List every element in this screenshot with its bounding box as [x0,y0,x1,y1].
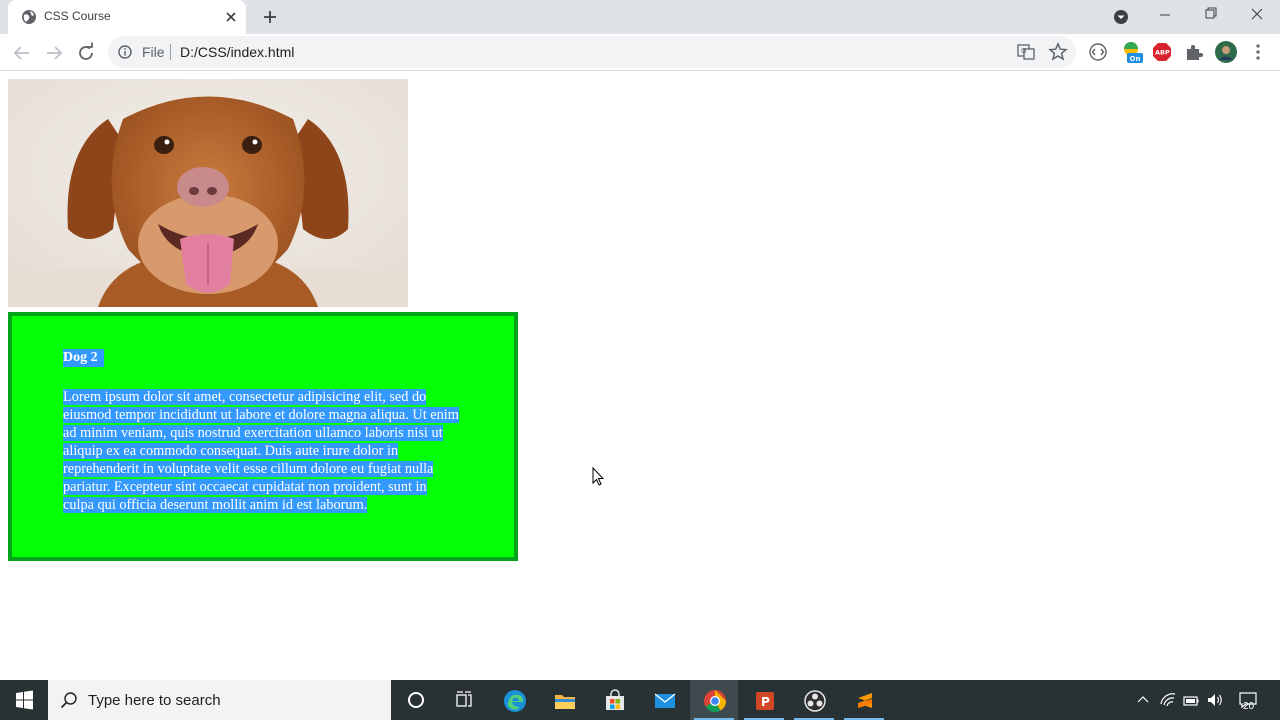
translate-icon[interactable]: G [1014,40,1038,64]
windows-start-icon[interactable] [0,680,48,720]
svg-text:ABP: ABP [1155,49,1170,57]
extension-code-icon[interactable] [1086,40,1110,64]
back-icon[interactable] [10,41,34,65]
restore-icon[interactable] [1188,0,1234,32]
taskbar: Type here to search P 20 [0,680,1280,720]
svg-text:On: On [1130,55,1141,63]
network-icon[interactable] [1158,690,1178,710]
mail-button[interactable] [640,680,688,720]
card-title: Dog 2 [63,349,104,367]
minimize-icon[interactable] [1142,0,1188,32]
mouse-cursor-icon [592,467,605,486]
battery-icon[interactable] [1181,690,1201,710]
browser-toolbar: File D:/CSS/index.html G On ABP [0,34,1280,71]
forward-icon[interactable] [42,41,66,65]
close-window-icon[interactable] [1234,0,1280,32]
powerpoint-button[interactable]: P [740,680,788,720]
info-icon[interactable] [118,45,132,59]
sublime-text-button[interactable] [840,680,888,720]
globe-icon [22,10,36,24]
search-placeholder: Type here to search [88,692,221,709]
new-tab-icon[interactable] [259,6,281,28]
url-text[interactable]: D:/CSS/index.html [180,44,294,60]
tab-search-icon[interactable] [1111,7,1131,27]
store-button[interactable] [590,680,638,720]
tab-strip: CSS Course [0,0,1280,34]
more-menu-icon[interactable] [1246,40,1270,64]
powerpoint-icon: P [756,692,774,710]
chrome-button[interactable] [690,680,738,720]
mail-icon [654,693,676,708]
edge-button[interactable] [490,680,538,720]
obs-button[interactable] [790,680,838,720]
bookmark-star-icon[interactable] [1046,40,1070,64]
dog-photo [8,79,408,307]
card-paragraph-text: Lorem ipsum dolor sit amet, consectetur … [63,389,459,513]
cortana-icon [408,692,424,708]
cortana-button[interactable] [392,680,440,720]
store-icon [606,689,624,710]
obs-icon [804,690,826,712]
tab-title: CSS Course [44,9,111,23]
file-explorer-icon [555,695,575,709]
address-separator [170,44,171,60]
close-tab-icon[interactable] [222,8,240,26]
profile-avatar-icon[interactable] [1214,40,1238,64]
extensions-puzzle-icon[interactable] [1182,40,1206,64]
adblock-plus-icon[interactable]: ABP [1150,40,1174,64]
taskbar-search[interactable]: Type here to search [48,680,391,720]
edge-icon [504,690,526,712]
card-paragraph: Lorem ipsum dolor sit amet, consectetur … [63,388,461,514]
chrome-icon [704,690,726,712]
task-view-icon [456,691,472,707]
address-bar[interactable]: File D:/CSS/index.html G [108,36,1076,68]
show-hidden-icons-icon[interactable] [1133,690,1153,710]
scheme-label: File [142,44,165,60]
file-explorer-button[interactable] [540,680,588,720]
search-icon [60,692,77,709]
sublime-text-icon [858,693,872,708]
volume-icon[interactable] [1205,690,1225,710]
reload-icon[interactable] [74,41,98,65]
extension-on-icon[interactable]: On [1121,40,1145,64]
svg-text:P: P [761,695,770,709]
tab-css-course[interactable]: CSS Course [8,0,246,34]
svg-text:G: G [1021,47,1026,55]
notification-count: 20 [1243,701,1255,712]
task-view-button[interactable] [440,680,488,720]
dog-card: Dog 2 Lorem ipsum dolor sit amet, consec… [8,312,518,561]
